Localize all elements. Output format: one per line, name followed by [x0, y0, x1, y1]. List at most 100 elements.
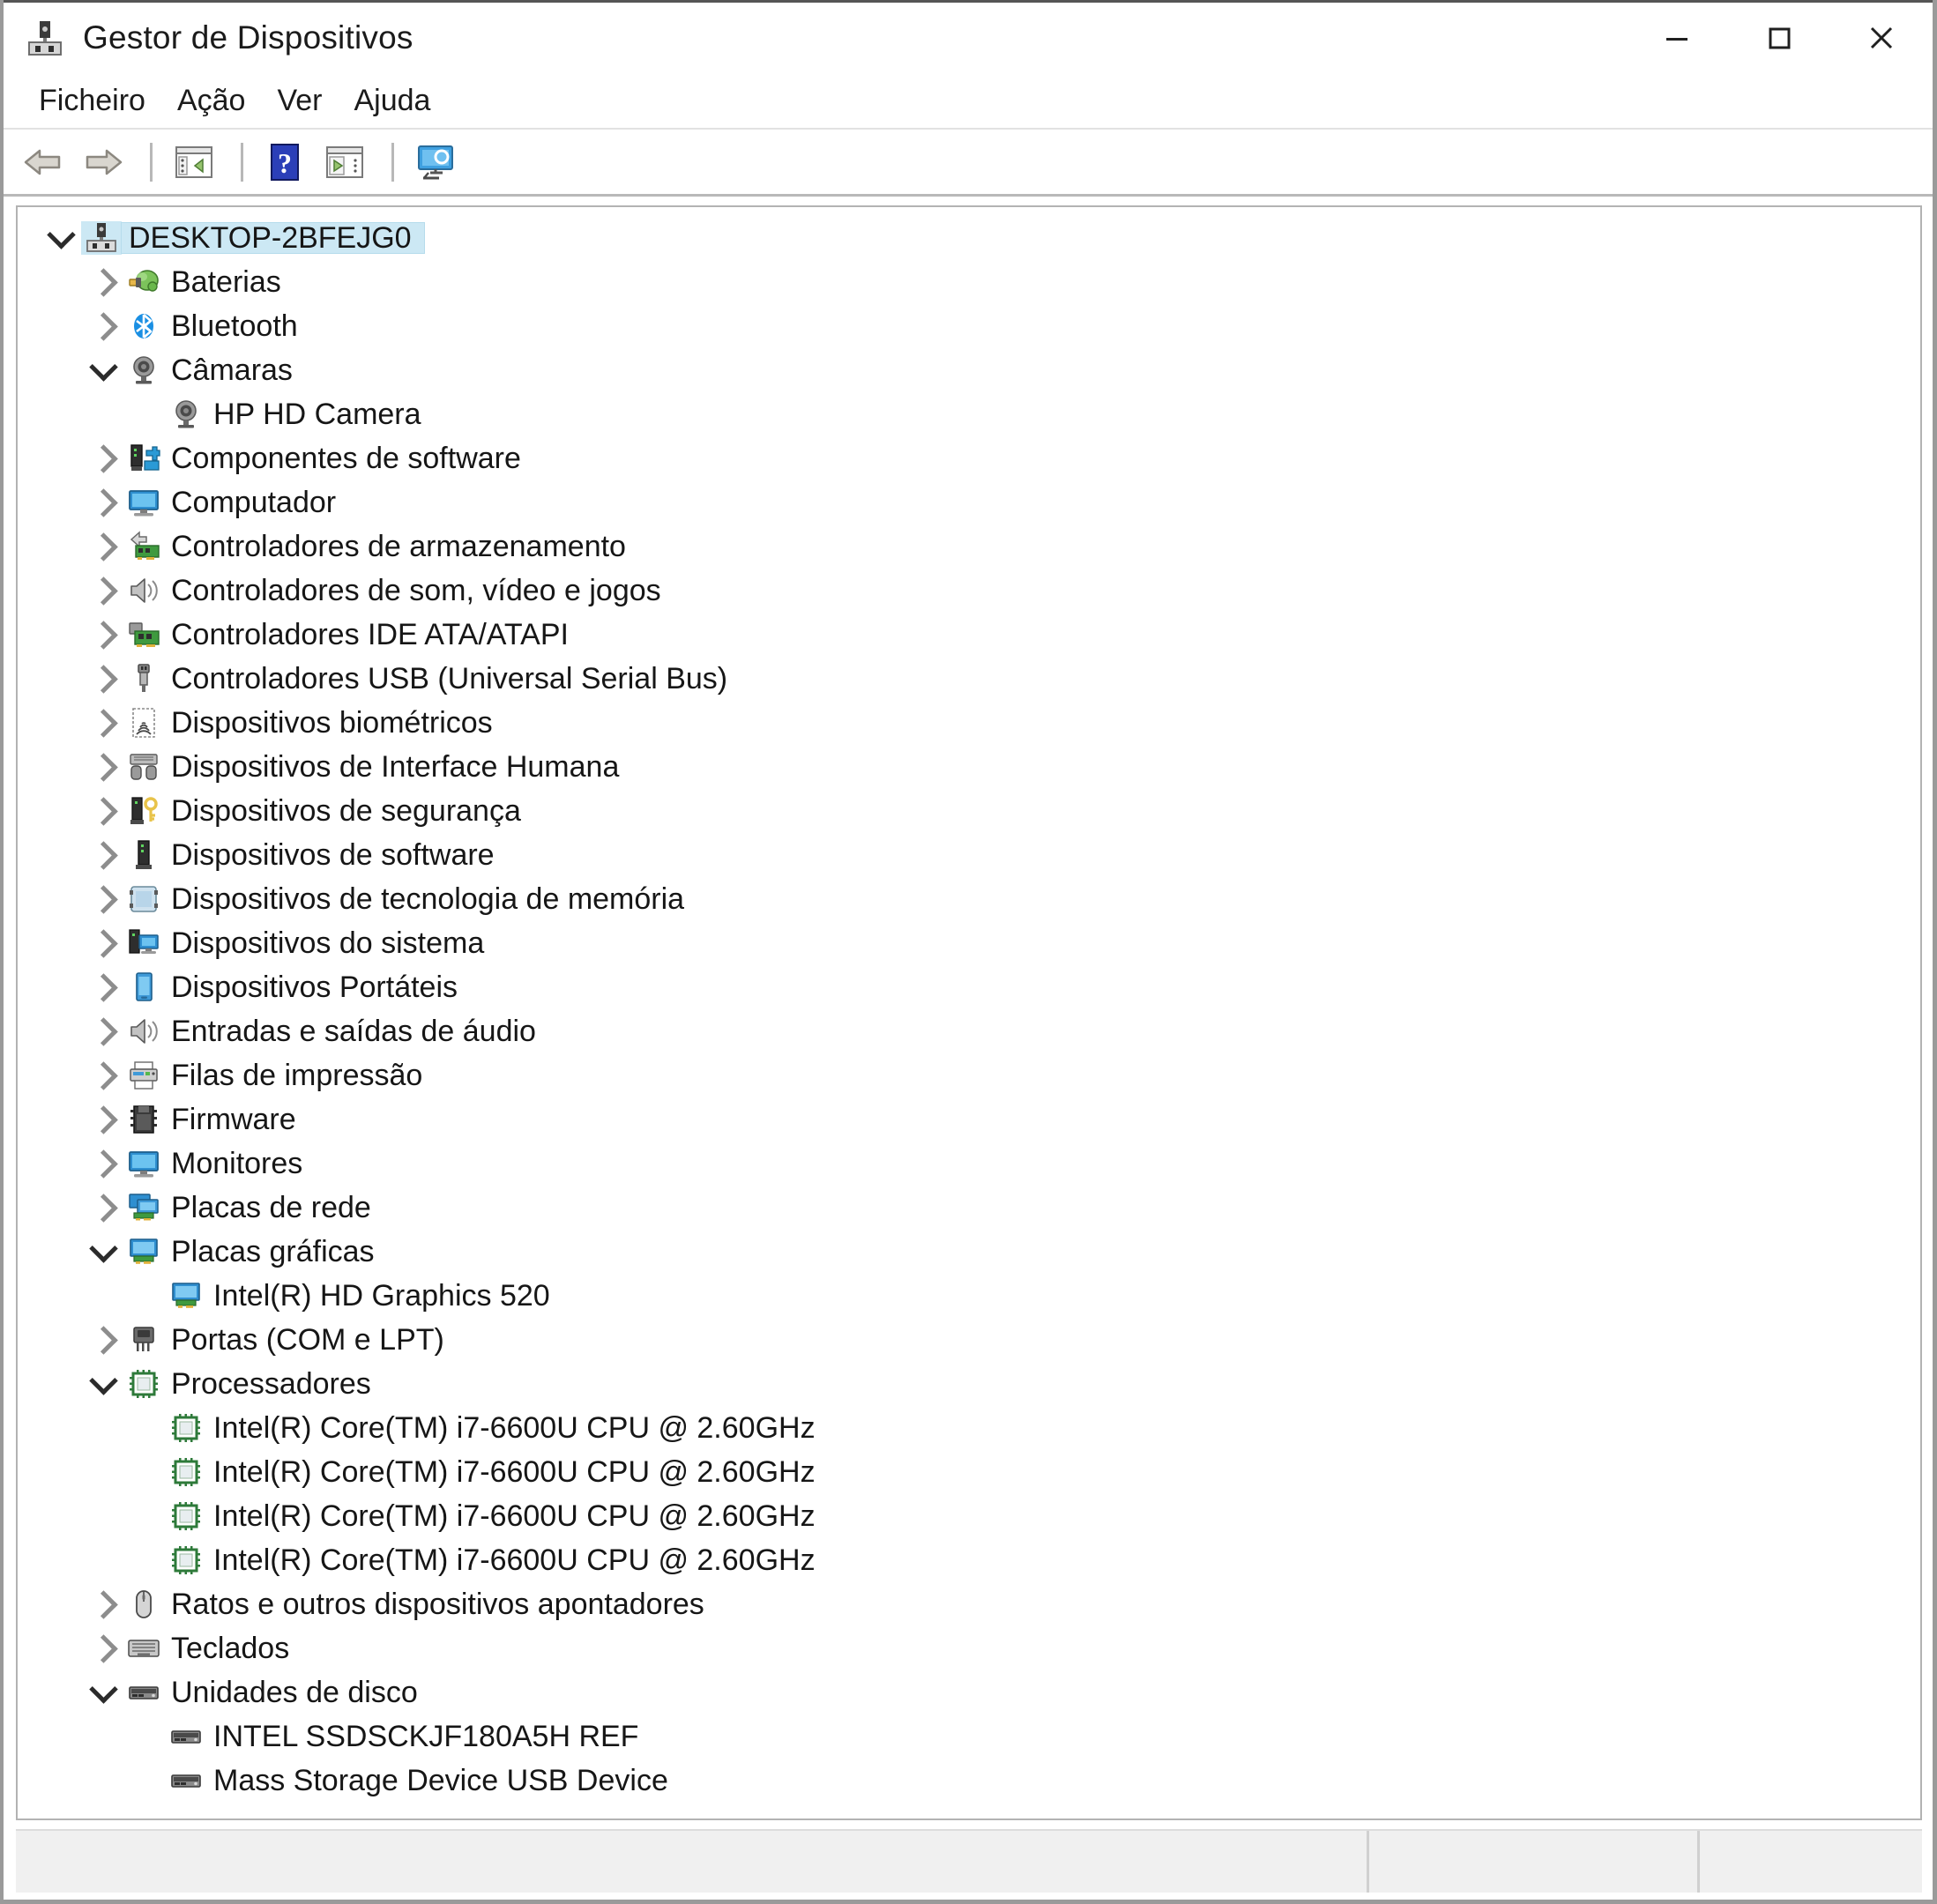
tree-item[interactable]: Dispositivos de segurança: [18, 789, 1920, 833]
tree-item[interactable]: Baterias: [18, 260, 1920, 304]
camera-icon: [166, 398, 206, 431]
tree-item[interactable]: Controladores USB (Universal Serial Bus): [18, 657, 1920, 701]
tree-item[interactable]: Dispositivos biométricos: [18, 701, 1920, 745]
chevron-right-icon[interactable]: [83, 267, 123, 297]
monitor-icon: [123, 1147, 164, 1180]
chevron-right-icon[interactable]: [83, 928, 123, 958]
chevron-right-icon[interactable]: [83, 752, 123, 782]
chevron-right-icon[interactable]: [83, 1104, 123, 1134]
tree-item[interactable]: Computador: [18, 480, 1920, 524]
chevron-right-icon[interactable]: [83, 487, 123, 517]
tree-item[interactable]: Ratos e outros dispositivos apontadores: [18, 1582, 1920, 1626]
tree-item[interactable]: Controladores de som, vídeo e jogos: [18, 569, 1920, 613]
chevron-right-icon[interactable]: [83, 1193, 123, 1223]
tree-item[interactable]: Dispositivos de tecnologia de memória: [18, 877, 1920, 921]
device-tree-pane[interactable]: DESKTOP-2BFEJG0 Baterias Bluetooth Câmaras H…: [16, 205, 1922, 1820]
chevron-down-icon[interactable]: [83, 1365, 123, 1398]
tree-item-label: Mass Storage Device USB Device: [213, 1764, 668, 1797]
tree-item[interactable]: HP HD Camera: [18, 392, 1920, 436]
tree-item[interactable]: Intel(R) HD Graphics 520: [18, 1274, 1920, 1318]
chevron-right-icon[interactable]: [83, 664, 123, 694]
tree-item[interactable]: Mass Storage Device USB Device: [18, 1759, 1920, 1803]
device-manager-window: Gestor de Dispositivos Ficheiro Ação Ver…: [0, 0, 1937, 1904]
menu-ficheiro[interactable]: Ficheiro: [23, 78, 161, 123]
chevron-down-icon[interactable]: [83, 1674, 123, 1707]
back-arrow-icon[interactable]: [16, 135, 71, 190]
chevron-right-icon[interactable]: [83, 840, 123, 870]
tree-item[interactable]: Dispositivos Portáteis: [18, 965, 1920, 1009]
chevron-right-icon[interactable]: [83, 796, 123, 826]
chevron-right-icon[interactable]: [83, 1060, 123, 1090]
menu-acao[interactable]: Ação: [161, 78, 262, 123]
tree-item[interactable]: Firmware: [18, 1097, 1920, 1142]
tree-item-label: Baterias: [171, 265, 281, 299]
cpu-icon: [123, 1367, 164, 1401]
show-pane-icon[interactable]: [317, 135, 372, 190]
chevron-down-icon[interactable]: [83, 352, 123, 384]
chevron-down-icon[interactable]: [83, 1233, 123, 1266]
tree-item[interactable]: Placas de rede: [18, 1186, 1920, 1230]
chevron-right-icon[interactable]: [83, 311, 123, 341]
tree-item[interactable]: Intel(R) Core(TM) i7-6600U CPU @ 2.60GHz: [18, 1494, 1920, 1538]
tree-item[interactable]: Controladores IDE ATA/ATAPI: [18, 613, 1920, 657]
tree-item[interactable]: Dispositivos de software: [18, 833, 1920, 877]
tree-item[interactable]: Portas (COM e LPT): [18, 1318, 1920, 1362]
tree-item[interactable]: Processadores: [18, 1362, 1920, 1406]
toolbar-separator: [150, 142, 153, 182]
tree-item[interactable]: Teclados: [18, 1626, 1920, 1670]
tree-item[interactable]: Placas gráficas: [18, 1230, 1920, 1274]
chevron-right-icon[interactable]: [83, 1589, 123, 1619]
forward-arrow-icon[interactable]: [76, 135, 130, 190]
tree-item[interactable]: Filas de impressão: [18, 1053, 1920, 1097]
chevron-right-icon[interactable]: [83, 1633, 123, 1663]
chevron-right-icon[interactable]: [83, 972, 123, 1002]
battery-icon: [123, 265, 164, 299]
tree-item[interactable]: Câmaras: [18, 348, 1920, 392]
chevron-right-icon[interactable]: [83, 1325, 123, 1355]
chevron-right-icon[interactable]: [83, 1149, 123, 1179]
tree-item[interactable]: INTEL SSDSCKJF180A5H REF: [18, 1714, 1920, 1759]
menu-ver[interactable]: Ver: [261, 78, 338, 123]
scan-hardware-changes-icon[interactable]: [408, 135, 463, 190]
tree-item[interactable]: Dispositivos de Interface Humana: [18, 745, 1920, 789]
tree-item-label: Placas de rede: [171, 1191, 371, 1224]
tree-item[interactable]: Monitores: [18, 1142, 1920, 1186]
toolbar-separator: [391, 142, 394, 182]
chevron-right-icon[interactable]: [83, 620, 123, 650]
window-controls: [1626, 3, 1933, 73]
tree-item[interactable]: DESKTOP-2BFEJG0: [18, 216, 1920, 260]
tree-item[interactable]: Intel(R) Core(TM) i7-6600U CPU @ 2.60GHz: [18, 1406, 1920, 1450]
properties-pane-icon[interactable]: [167, 135, 221, 190]
chevron-right-icon[interactable]: [83, 1016, 123, 1046]
chevron-right-icon[interactable]: [83, 708, 123, 738]
maximize-icon[interactable]: [1728, 3, 1830, 73]
tree-item[interactable]: Intel(R) Core(TM) i7-6600U CPU @ 2.60GHz: [18, 1538, 1920, 1582]
chevron-down-icon[interactable]: [41, 219, 81, 252]
tree-item[interactable]: Componentes de software: [18, 436, 1920, 480]
tree-item-label: Dispositivos de segurança: [171, 794, 521, 828]
computer-hub-icon: [81, 221, 122, 255]
disk-drive-icon: [166, 1764, 206, 1797]
tree-item[interactable]: Bluetooth: [18, 304, 1920, 348]
tree-item-label: Controladores IDE ATA/ATAPI: [171, 618, 569, 651]
help-icon[interactable]: ?: [257, 135, 312, 190]
status-bar: [16, 1829, 1922, 1893]
tree-item-label: Teclados: [171, 1632, 290, 1665]
bluetooth-icon: [123, 309, 164, 343]
chevron-right-icon[interactable]: [83, 443, 123, 473]
tree-item[interactable]: Entradas e saídas de áudio: [18, 1009, 1920, 1053]
chevron-right-icon[interactable]: [83, 884, 123, 914]
tree-item[interactable]: Controladores de armazenamento: [18, 524, 1920, 569]
chevron-right-icon[interactable]: [83, 532, 123, 562]
toolbar: ?: [4, 128, 1933, 197]
toolbar-separator: [241, 142, 243, 182]
menu-ajuda[interactable]: Ajuda: [338, 78, 446, 123]
device-manager-icon: [25, 19, 63, 57]
tree-item[interactable]: Dispositivos do sistema: [18, 921, 1920, 965]
tree-item[interactable]: Unidades de disco: [18, 1670, 1920, 1714]
chevron-right-icon[interactable]: [83, 576, 123, 606]
close-icon[interactable]: [1830, 3, 1933, 73]
tree-item[interactable]: Intel(R) Core(TM) i7-6600U CPU @ 2.60GHz: [18, 1450, 1920, 1494]
minimize-icon[interactable]: [1626, 3, 1728, 73]
device-tree: DESKTOP-2BFEJG0 Baterias Bluetooth Câmaras H…: [18, 207, 1920, 1803]
